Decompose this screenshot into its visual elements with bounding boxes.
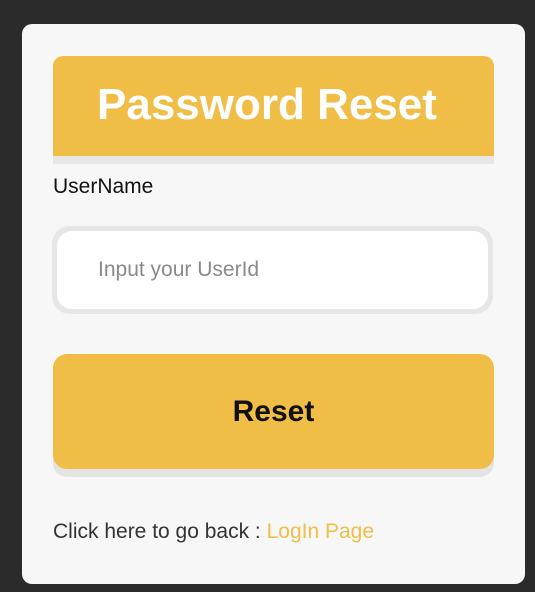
back-line: Click here to go back : LogIn Page: [53, 519, 374, 545]
userid-input-frame: [52, 226, 493, 314]
userid-input[interactable]: [57, 231, 488, 309]
username-label: UserName: [53, 175, 154, 198]
password-reset-card: Password Reset UserName Reset Click here…: [22, 24, 525, 584]
login-page-link[interactable]: LogIn Page: [267, 520, 374, 543]
reset-button[interactable]: Reset: [53, 354, 494, 469]
back-text: Click here to go back :: [53, 520, 267, 543]
page-title: Password Reset: [97, 80, 437, 129]
header-banner: Password Reset: [53, 56, 494, 164]
